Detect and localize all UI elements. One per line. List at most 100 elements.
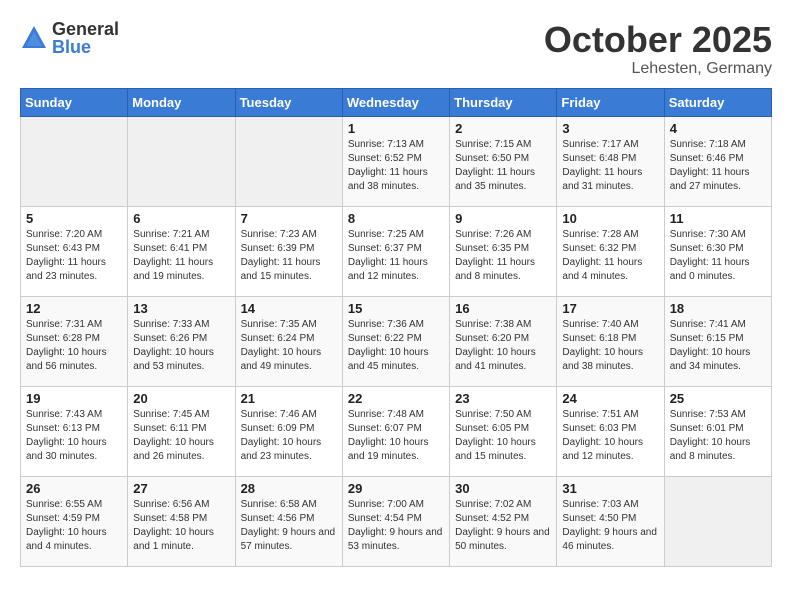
day-number: 19 (26, 391, 122, 406)
day-info: Sunrise: 6:56 AM Sunset: 4:58 PM Dayligh… (133, 498, 229, 554)
calendar-cell: 27 Sunrise: 6:56 AM Sunset: 4:58 PM Dayli… (128, 476, 235, 566)
day-info: Sunrise: 7:43 AM Sunset: 6:13 PM Dayligh… (26, 408, 122, 464)
calendar-cell: 28Sunrise: 6:58 AM Sunset: 4:56 PM Dayli… (235, 476, 342, 566)
day-info: Sunrise: 7:36 AM Sunset: 6:22 PM Dayligh… (348, 318, 444, 374)
day-info: Sunrise: 7:21 AM Sunset: 6:41 PM Dayligh… (133, 228, 229, 284)
month-title: October 2025 (544, 20, 772, 60)
weekday-header: Tuesday (235, 88, 342, 116)
calendar-cell: 7 Sunrise: 7:23 AM Sunset: 6:39 PM Daylig… (235, 206, 342, 296)
day-number: 17 (562, 301, 658, 316)
weekday-header: Monday (128, 88, 235, 116)
title-block: October 2025 Lehesten, Germany (544, 20, 772, 78)
day-number: 2 (455, 121, 551, 136)
calendar-cell: 17 Sunrise: 7:40 AM Sunset: 6:18 PM Dayli… (557, 296, 664, 386)
calendar-cell: 3 Sunrise: 7:17 AM Sunset: 6:48 PM Daylig… (557, 116, 664, 206)
day-info: Sunrise: 7:02 AM Sunset: 4:52 PM Dayligh… (455, 498, 551, 554)
calendar-cell: 1Sunrise: 7:13 AM Sunset: 6:52 PM Daylig… (342, 116, 449, 206)
day-number: 30 (455, 481, 551, 496)
calendar-cell: 22 Sunrise: 7:48 AM Sunset: 6:07 PM Dayli… (342, 386, 449, 476)
day-info: Sunrise: 7:40 AM Sunset: 6:18 PM Dayligh… (562, 318, 658, 374)
calendar-cell (664, 476, 771, 566)
day-info: Sunrise: 7:20 AM Sunset: 6:43 PM Dayligh… (26, 228, 122, 284)
day-info: Sunrise: 7:26 AM Sunset: 6:35 PM Dayligh… (455, 228, 551, 284)
weekday-header: Friday (557, 88, 664, 116)
calendar-cell: 14 Sunrise: 7:35 AM Sunset: 6:24 PM Dayli… (235, 296, 342, 386)
day-info: Sunrise: 7:15 AM Sunset: 6:50 PM Dayligh… (455, 138, 551, 194)
day-number: 5 (26, 211, 122, 226)
weekday-header: Sunday (21, 88, 128, 116)
day-number: 3 (562, 121, 658, 136)
calendar-cell: 26 Sunrise: 6:55 AM Sunset: 4:59 PM Dayli… (21, 476, 128, 566)
day-number: 9 (455, 211, 551, 226)
calendar-cell: 29Sunrise: 7:00 AM Sunset: 4:54 PM Dayli… (342, 476, 449, 566)
day-number: 7 (241, 211, 337, 226)
day-number: 15 (348, 301, 444, 316)
calendar-cell: 16 Sunrise: 7:38 AM Sunset: 6:20 PM Dayli… (450, 296, 557, 386)
calendar-header: SundayMondayTuesdayWednesdayThursdayFrid… (21, 88, 772, 116)
calendar-table: SundayMondayTuesdayWednesdayThursdayFrid… (20, 88, 772, 567)
calendar-cell: 4 Sunrise: 7:18 AM Sunset: 6:46 PM Daylig… (664, 116, 771, 206)
day-number: 13 (133, 301, 229, 316)
day-info: Sunrise: 7:53 AM Sunset: 6:01 PM Dayligh… (670, 408, 766, 464)
calendar-cell (21, 116, 128, 206)
day-info: Sunrise: 7:23 AM Sunset: 6:39 PM Dayligh… (241, 228, 337, 284)
logo-general: General (52, 20, 119, 38)
day-number: 4 (670, 121, 766, 136)
day-number: 14 (241, 301, 337, 316)
day-number: 10 (562, 211, 658, 226)
calendar-cell: 30 Sunrise: 7:02 AM Sunset: 4:52 PM Dayli… (450, 476, 557, 566)
day-info: Sunrise: 6:58 AM Sunset: 4:56 PM Dayligh… (241, 498, 337, 554)
logo-icon (20, 24, 48, 52)
day-info: Sunrise: 7:35 AM Sunset: 6:24 PM Dayligh… (241, 318, 337, 374)
day-info: Sunrise: 7:25 AM Sunset: 6:37 PM Dayligh… (348, 228, 444, 284)
calendar-cell: 10Sunrise: 7:28 AM Sunset: 6:32 PM Dayli… (557, 206, 664, 296)
day-number: 27 (133, 481, 229, 496)
day-info: Sunrise: 7:48 AM Sunset: 6:07 PM Dayligh… (348, 408, 444, 464)
calendar-cell: 2 Sunrise: 7:15 AM Sunset: 6:50 PM Daylig… (450, 116, 557, 206)
calendar-cell: 15 Sunrise: 7:36 AM Sunset: 6:22 PM Dayli… (342, 296, 449, 386)
calendar-week-row: 12 Sunrise: 7:31 AM Sunset: 6:28 PM Dayli… (21, 296, 772, 386)
weekday-header: Thursday (450, 88, 557, 116)
day-info: Sunrise: 6:55 AM Sunset: 4:59 PM Dayligh… (26, 498, 122, 554)
calendar-cell: 13 Sunrise: 7:33 AM Sunset: 6:26 PM Dayli… (128, 296, 235, 386)
calendar-cell: 5 Sunrise: 7:20 AM Sunset: 6:43 PM Daylig… (21, 206, 128, 296)
day-number: 25 (670, 391, 766, 406)
day-number: 1 (348, 121, 444, 136)
calendar-week-row: 19 Sunrise: 7:43 AM Sunset: 6:13 PM Dayli… (21, 386, 772, 476)
day-number: 18 (670, 301, 766, 316)
day-number: 16 (455, 301, 551, 316)
calendar-cell (235, 116, 342, 206)
day-info: Sunrise: 7:03 AM Sunset: 4:50 PM Dayligh… (562, 498, 658, 554)
calendar-cell: 21Sunrise: 7:46 AM Sunset: 6:09 PM Dayli… (235, 386, 342, 476)
day-number: 12 (26, 301, 122, 316)
day-info: Sunrise: 7:17 AM Sunset: 6:48 PM Dayligh… (562, 138, 658, 194)
day-number: 24 (562, 391, 658, 406)
calendar-cell: 12 Sunrise: 7:31 AM Sunset: 6:28 PM Dayli… (21, 296, 128, 386)
calendar-cell: 11Sunrise: 7:30 AM Sunset: 6:30 PM Dayli… (664, 206, 771, 296)
day-number: 29 (348, 481, 444, 496)
page-header: General Blue October 2025 Lehesten, Germ… (20, 20, 772, 78)
day-number: 26 (26, 481, 122, 496)
day-info: Sunrise: 7:50 AM Sunset: 6:05 PM Dayligh… (455, 408, 551, 464)
day-number: 22 (348, 391, 444, 406)
day-info: Sunrise: 7:33 AM Sunset: 6:26 PM Dayligh… (133, 318, 229, 374)
day-info: Sunrise: 7:45 AM Sunset: 6:11 PM Dayligh… (133, 408, 229, 464)
day-info: Sunrise: 7:38 AM Sunset: 6:20 PM Dayligh… (455, 318, 551, 374)
day-number: 11 (670, 211, 766, 226)
logo-text: General Blue (52, 20, 119, 56)
logo: General Blue (20, 20, 119, 56)
calendar-cell: 20 Sunrise: 7:45 AM Sunset: 6:11 PM Dayli… (128, 386, 235, 476)
day-number: 23 (455, 391, 551, 406)
day-info: Sunrise: 7:51 AM Sunset: 6:03 PM Dayligh… (562, 408, 658, 464)
weekday-header: Wednesday (342, 88, 449, 116)
logo-blue: Blue (52, 38, 119, 56)
day-info: Sunrise: 7:46 AM Sunset: 6:09 PM Dayligh… (241, 408, 337, 464)
calendar-body: 1Sunrise: 7:13 AM Sunset: 6:52 PM Daylig… (21, 116, 772, 566)
calendar-cell: 31Sunrise: 7:03 AM Sunset: 4:50 PM Dayli… (557, 476, 664, 566)
day-info: Sunrise: 7:31 AM Sunset: 6:28 PM Dayligh… (26, 318, 122, 374)
calendar-week-row: 1Sunrise: 7:13 AM Sunset: 6:52 PM Daylig… (21, 116, 772, 206)
calendar-cell: 19 Sunrise: 7:43 AM Sunset: 6:13 PM Dayli… (21, 386, 128, 476)
day-info: Sunrise: 7:18 AM Sunset: 6:46 PM Dayligh… (670, 138, 766, 194)
day-number: 20 (133, 391, 229, 406)
calendar-week-row: 26 Sunrise: 6:55 AM Sunset: 4:59 PM Dayli… (21, 476, 772, 566)
